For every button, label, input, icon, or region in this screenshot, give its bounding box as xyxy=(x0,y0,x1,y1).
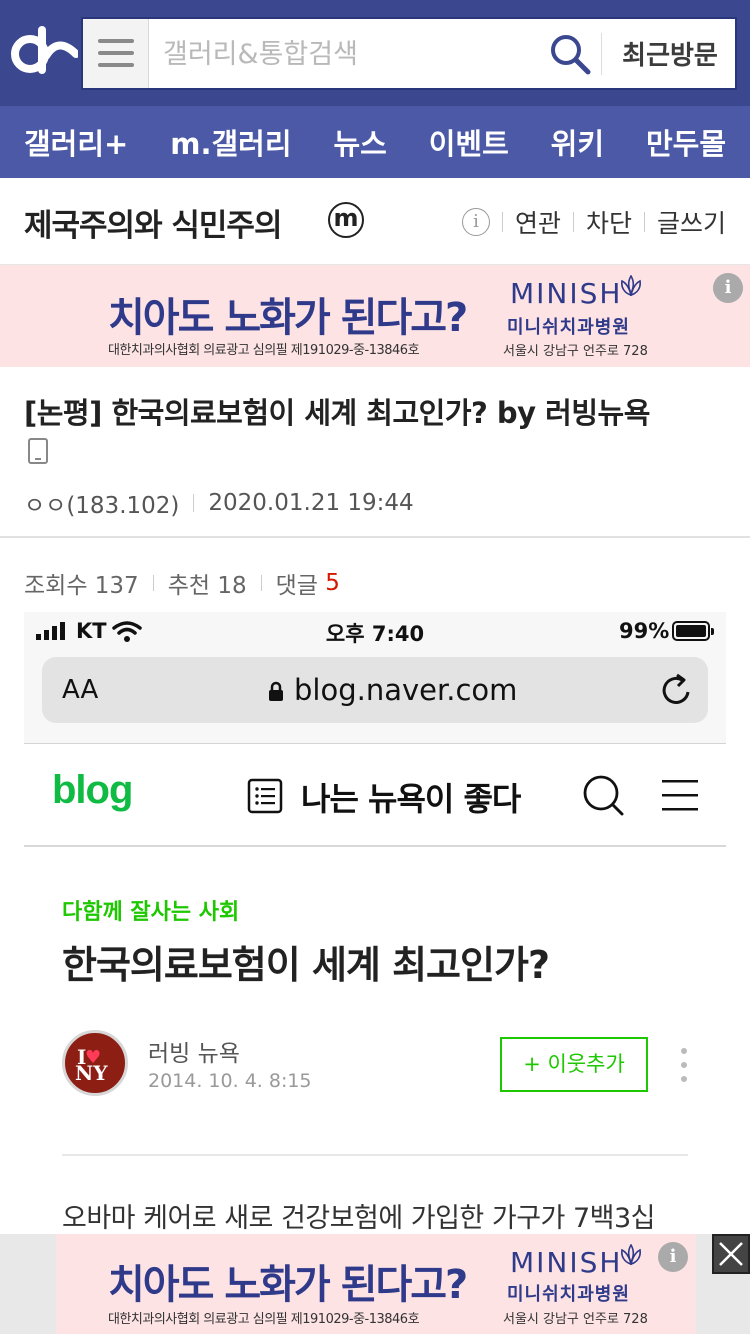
close-ad-button[interactable] xyxy=(712,1234,750,1274)
battery-percent: 99% xyxy=(619,619,670,643)
comments-label[interactable]: 댓글 xyxy=(276,566,318,600)
ad-address: 서울시 강남구 언주로 728 xyxy=(503,344,648,359)
comments-count[interactable]: 5 xyxy=(325,570,340,596)
blog-author: 러빙 뉴욕 xyxy=(148,1041,240,1067)
naver-blog-logo: blog xyxy=(52,768,133,812)
url-bar: AA blog.naver.com xyxy=(42,657,708,723)
blog-date: 2014. 10. 4. 8:15 xyxy=(148,1070,312,1092)
ad-info-icon[interactable]: i xyxy=(658,1242,688,1272)
ad-brand-korean: 미니쉬치과병원 xyxy=(507,1284,630,1305)
post-title: [논평] 한국의료보험이 세계 최고인가? by 러빙뉴욕 xyxy=(24,396,650,430)
divider xyxy=(62,1154,688,1156)
divider xyxy=(0,536,750,538)
post-stats: 조회수 137 추천 18 댓글 5 xyxy=(24,566,340,600)
ad-address: 서울시 강남구 언주로 728 xyxy=(503,1312,648,1327)
dc-logo-icon[interactable] xyxy=(10,26,78,78)
search-input[interactable] xyxy=(163,37,543,71)
ad-disclaimer: 대한치과의사협회 의료광고 심의필 제191029-중-13846호 xyxy=(108,343,420,358)
nav-item-news[interactable]: 뉴스 xyxy=(333,121,386,163)
nav-item-wiki[interactable]: 위키 xyxy=(551,121,604,163)
hamburger-icon xyxy=(662,780,698,811)
category-nav: 갤러리+ m.갤러리 뉴스 이벤트 위키 만두몰 xyxy=(0,106,750,178)
nav-item-gallery-plus[interactable]: 갤러리+ xyxy=(24,121,128,163)
url-text: blog.naver.com xyxy=(294,673,518,707)
mobile-icon xyxy=(28,438,48,464)
lotus-icon xyxy=(621,1244,641,1266)
ad-brand: MINISH xyxy=(510,277,623,310)
lotus-icon xyxy=(621,275,641,297)
views-count: 조회수 137 xyxy=(24,573,139,599)
hamburger-icon xyxy=(98,39,134,43)
avatar: I ♥ NY xyxy=(62,1030,128,1096)
post-meta: ㅇㅇ(183.102) 2020.01.21 19:44 xyxy=(24,486,414,520)
related-button[interactable]: 연관 xyxy=(515,204,561,240)
ad-banner[interactable]: 치아도 노화가 된다고? 대한치과의사협회 의료광고 심의필 제191029-중… xyxy=(0,265,750,367)
blog-category: 다함께 잘사는 사회 xyxy=(62,900,240,925)
close-icon xyxy=(719,1242,743,1266)
add-neighbor-button: + 이웃추가 xyxy=(500,1037,648,1092)
blog-body-text: 오바마 케어로 새로 건강보험에 가입한 가구가 7백3십 xyxy=(62,1203,656,1234)
ad-brand-korean: 미니쉬치과병원 xyxy=(507,317,630,338)
search-icon xyxy=(583,775,624,816)
block-button[interactable]: 차단 xyxy=(586,204,632,240)
gallery-header: 제국주의와 식민주의 m i 연관 차단 글쓰기 xyxy=(0,178,750,265)
ad-info-icon[interactable]: i xyxy=(713,273,743,303)
nav-item-mall[interactable]: 만두몰 xyxy=(646,121,726,163)
nav-item-m-gallery[interactable]: m.갤러리 xyxy=(170,121,291,163)
gallery-title[interactable]: 제국주의와 식민주의 xyxy=(24,200,282,245)
text-size-button: AA xyxy=(62,675,99,705)
write-button[interactable]: 글쓰기 xyxy=(657,204,726,240)
ad-disclaimer: 대한치과의사협회 의료광고 심의필 제191029-중-13846호 xyxy=(108,1312,420,1327)
post-date: 2020.01.21 19:44 xyxy=(208,490,414,516)
bottom-ad-container: 치아도 노화가 된다고? 대한치과의사협회 의료광고 심의필 제191029-중… xyxy=(0,1234,750,1334)
battery-icon xyxy=(672,621,714,641)
recent-visits-button[interactable]: 최근방문 xyxy=(615,35,725,72)
blog-header: blog 나는 뉴욕이 좋다 xyxy=(24,744,726,847)
search-icon[interactable] xyxy=(549,33,591,75)
bottom-ad-banner[interactable]: 치아도 노화가 된다고? 대한치과의사협회 의료광고 심의필 제191029-중… xyxy=(56,1234,696,1334)
ad-headline: 치아도 노화가 된다고? xyxy=(108,1262,468,1308)
gallery-actions: i 연관 차단 글쓰기 xyxy=(461,204,726,240)
search-box: 최근방문 xyxy=(81,17,737,90)
nav-item-event[interactable]: 이벤트 xyxy=(429,121,509,163)
more-options-icon xyxy=(681,1048,689,1082)
blog-post-title: 한국의료보험이 세계 최고인가? xyxy=(62,943,550,987)
lock-icon xyxy=(269,681,283,701)
minor-gallery-badge: m xyxy=(328,202,364,238)
menu-button[interactable] xyxy=(83,19,149,88)
post-author[interactable]: ㅇㅇ(183.102) xyxy=(24,486,179,520)
post-image: KT 오후 7:40 99% AA blog.naver.com blog 나는… xyxy=(24,612,726,1234)
ad-brand: MINISH xyxy=(510,1246,623,1279)
list-icon xyxy=(247,778,283,814)
search-divider xyxy=(601,33,602,75)
blog-name: 나는 뉴욕이 좋다 xyxy=(301,780,521,818)
ios-browser-chrome: KT 오후 7:40 99% AA blog.naver.com xyxy=(24,612,726,744)
reload-icon xyxy=(662,673,690,704)
top-bar: 최근방문 xyxy=(0,0,750,106)
recommend-count: 추천 18 xyxy=(167,573,247,599)
ad-headline: 치아도 노화가 된다고? xyxy=(108,295,468,341)
info-icon[interactable]: i xyxy=(461,208,490,236)
